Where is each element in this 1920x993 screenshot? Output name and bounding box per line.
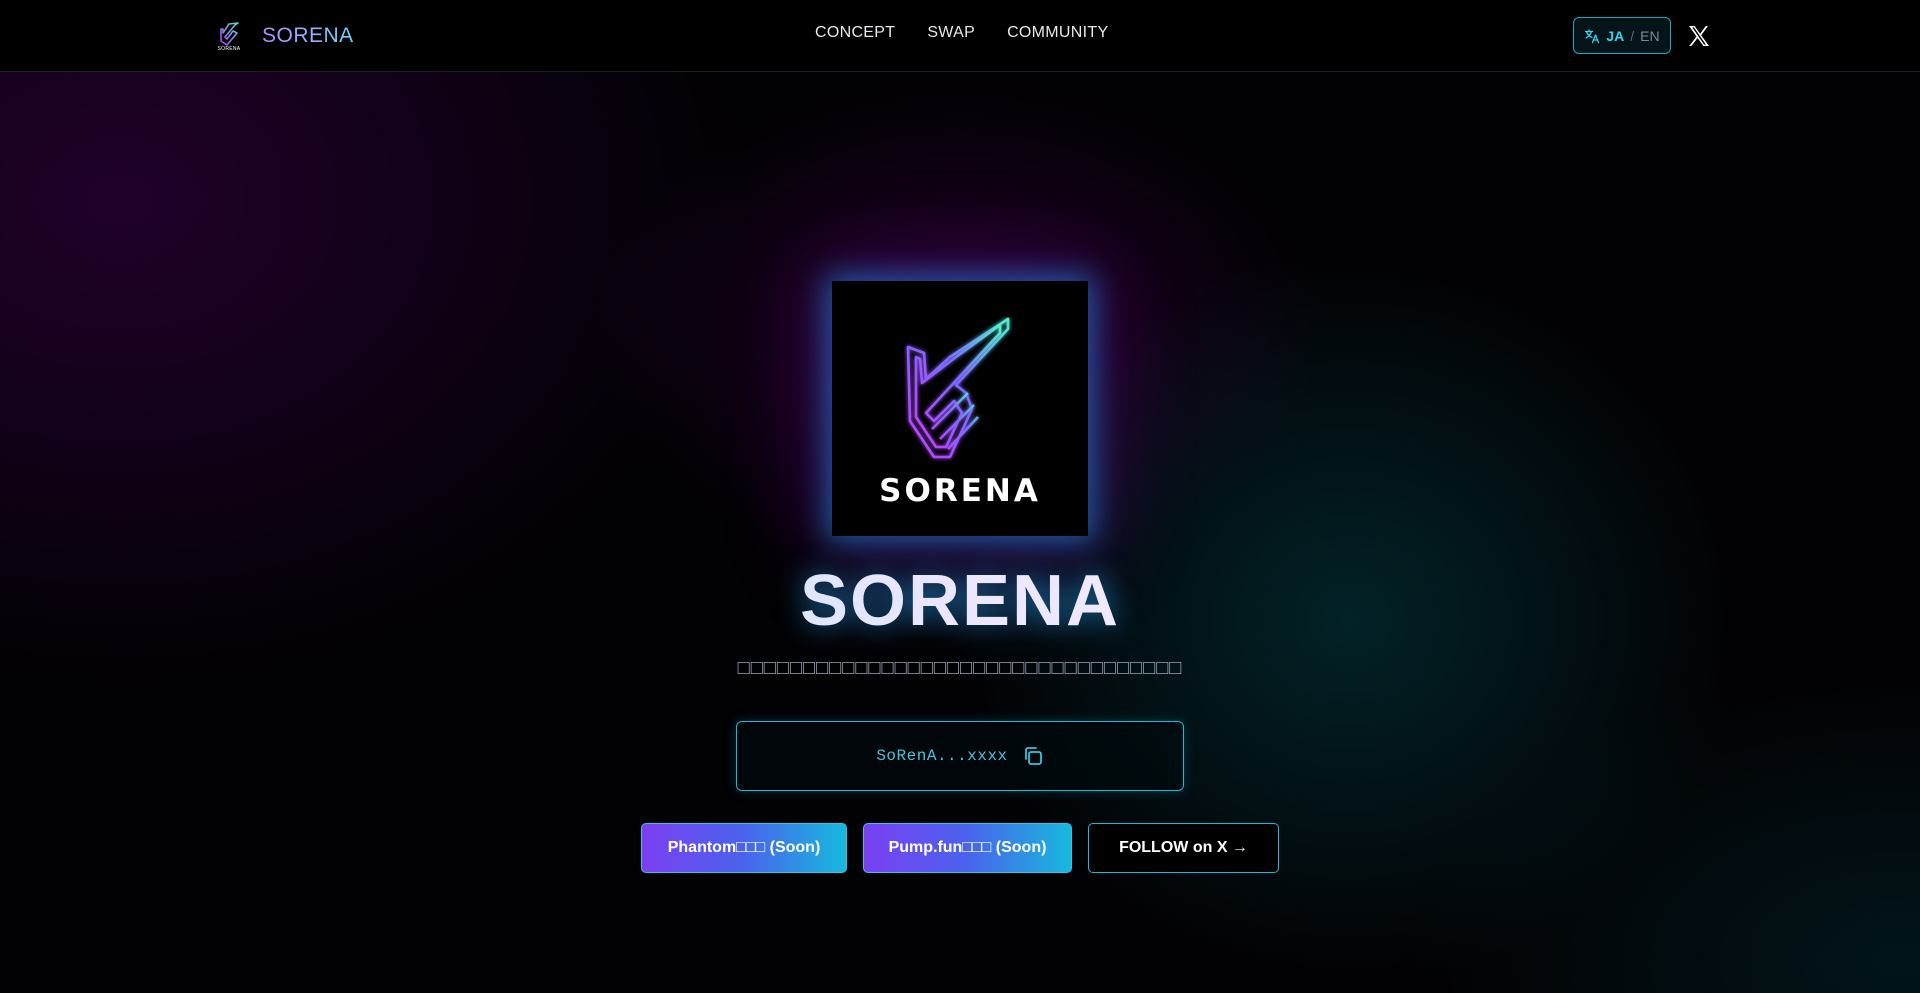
copy-icon[interactable]: [1022, 745, 1044, 767]
x-logo-icon[interactable]: [1687, 24, 1711, 48]
language-option-en: EN: [1640, 27, 1660, 44]
hero-subtitle: □□□□□□□□□□□□□□□□□□□□□□□□□□□□□□□□□□: [737, 657, 1183, 679]
language-toggle-button[interactable]: JA / EN: [1573, 17, 1671, 54]
pump-fun-button[interactable]: Pump.fun□□□ (Soon): [863, 823, 1072, 873]
top-nav-bar: SORENA SORENA CONCEPT SWAP COMMUNITY JA …: [0, 0, 1920, 72]
contract-address-box[interactable]: SoRenA...xxxx: [736, 721, 1184, 791]
hero-title: SORENA: [0, 556, 1920, 646]
nav-link-community[interactable]: COMMUNITY: [1007, 24, 1108, 42]
brand-name: SORENA: [262, 24, 354, 47]
language-option-ja: JA: [1606, 27, 1625, 44]
phantom-button[interactable]: Phantom□□□ (Soon): [641, 823, 847, 873]
brand[interactable]: SORENA SORENA: [214, 18, 354, 54]
hero-logo-wordmark: SORENA: [879, 473, 1041, 509]
contract-address: SoRenA...xxxx: [876, 747, 1008, 765]
language-separator: /: [1630, 27, 1635, 44]
sorena-logo-icon: [906, 317, 1010, 459]
nav-link-concept[interactable]: CONCEPT: [815, 24, 895, 42]
translate-icon: [1585, 28, 1600, 43]
page: SORENA SORENA CONCEPT SWAP COMMUNITY JA …: [0, 0, 1920, 993]
hero-logo-card: SORENA: [832, 281, 1088, 536]
follow-on-x-button[interactable]: FOLLOW on X →: [1088, 823, 1279, 873]
brand-logo-wordmark: SORENA: [217, 45, 241, 52]
main-nav: CONCEPT SWAP COMMUNITY: [815, 24, 1108, 42]
brand-logo-icon: SORENA: [214, 18, 244, 54]
nav-link-swap[interactable]: SWAP: [927, 24, 975, 42]
